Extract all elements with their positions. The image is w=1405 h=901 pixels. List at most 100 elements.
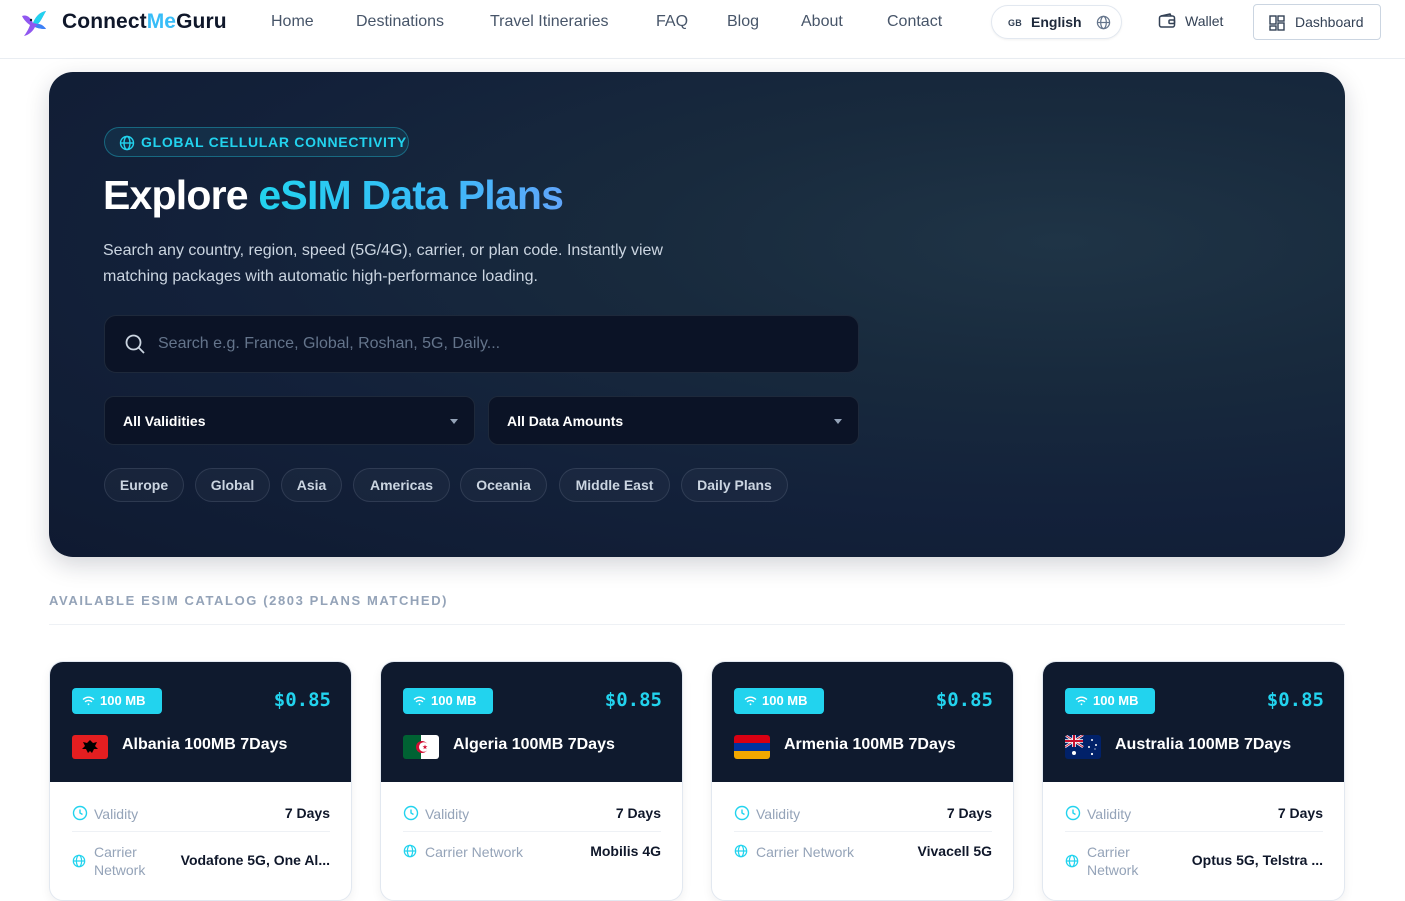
clock-icon xyxy=(734,805,750,821)
validity-row: Validity 7 Days xyxy=(734,804,992,824)
dashboard-button[interactable]: Dashboard xyxy=(1253,4,1381,40)
catalog-heading: AVAILABLE ESIM CATALOG (2803 PLANS MATCH… xyxy=(49,593,448,608)
data-amount: 100 MB xyxy=(431,693,477,708)
chip-oceania[interactable]: Oceania xyxy=(460,468,547,502)
wifi-icon xyxy=(82,696,95,706)
hero-section: GLOBAL CELLULAR CONNECTIVITY Explore eSI… xyxy=(49,72,1345,557)
data-amount-badge: 100 MB xyxy=(734,688,824,714)
validity-select[interactable]: All Validities xyxy=(104,396,475,445)
chip-middle-east[interactable]: Middle East xyxy=(559,468,670,502)
albania-flag-icon xyxy=(72,735,108,759)
row-divider xyxy=(1065,831,1323,832)
hummingbird-logo-icon[interactable] xyxy=(19,8,49,38)
validity-value: 7 Days xyxy=(947,805,992,821)
brand-accent: Me xyxy=(147,10,176,33)
wallet-icon xyxy=(1158,13,1176,29)
wifi-icon xyxy=(1075,696,1088,706)
data-amount-badge: 100 MB xyxy=(1065,688,1155,714)
language-selector[interactable]: GB English xyxy=(991,5,1122,39)
nav-travel-itineraries[interactable]: Travel Itineraries xyxy=(490,13,609,31)
armenia-flag-icon xyxy=(734,735,770,759)
hero-description: Search any country, region, speed (5G/4G… xyxy=(103,238,683,290)
page-title: Explore eSIM Data Plans xyxy=(103,172,563,219)
nav-destinations[interactable]: Destinations xyxy=(356,13,444,31)
data-amount-select-value: All Data Amounts xyxy=(507,413,623,429)
plan-name: Algeria 100MB 7Days xyxy=(453,736,615,754)
title-accent: eSIM Data Plans xyxy=(258,172,563,218)
row-divider xyxy=(734,831,992,832)
search-input[interactable] xyxy=(158,316,838,372)
plan-card[interactable]: 100 MB $0.85 Albania 100MB 7Days Validit… xyxy=(49,661,352,901)
wifi-icon xyxy=(413,696,426,706)
plan-card-header: 100 MB $0.85 Australia 100MB 7Days xyxy=(1043,662,1345,782)
validity-label: Validity xyxy=(756,805,800,823)
plan-price: $0.85 xyxy=(936,689,993,711)
wallet-label: Wallet xyxy=(1185,13,1223,29)
globe-icon xyxy=(734,844,748,858)
globe-icon xyxy=(1096,15,1111,30)
carrier-value: Vodafone 5G, One Al... xyxy=(181,852,330,868)
validity-select-value: All Validities xyxy=(123,413,205,429)
carrier-row: Carrier Network Optus 5G, Telstra ... xyxy=(1065,842,1323,882)
nav-contact[interactable]: Contact xyxy=(887,13,942,31)
validity-value: 7 Days xyxy=(1278,805,1323,821)
globe-icon xyxy=(403,844,417,858)
dashboard-label: Dashboard xyxy=(1295,14,1364,30)
carrier-label: Carrier Network xyxy=(94,843,154,879)
validity-row: Validity 7 Days xyxy=(403,804,661,824)
chip-daily-plans[interactable]: Daily Plans xyxy=(681,468,788,502)
nav-blog[interactable]: Blog xyxy=(727,13,759,31)
plan-name: Armenia 100MB 7Days xyxy=(784,736,956,754)
plan-card-header: 100 MB $0.85 Armenia 100MB 7Days xyxy=(712,662,1014,782)
carrier-label: Carrier Network xyxy=(425,843,523,861)
chip-global[interactable]: Global xyxy=(195,468,270,502)
australia-flag-icon xyxy=(1065,735,1101,759)
data-amount-badge: 100 MB xyxy=(403,688,493,714)
plan-card-header: 100 MB $0.85 Algeria 100MB 7Days xyxy=(381,662,683,782)
carrier-value: Mobilis 4G xyxy=(590,843,661,859)
dashboard-icon xyxy=(1269,15,1285,31)
validity-row: Validity 7 Days xyxy=(1065,804,1323,824)
carrier-row: Carrier Network Vodafone 5G, One Al... xyxy=(72,842,330,882)
validity-label: Validity xyxy=(94,805,138,823)
carrier-row: Carrier Network Vivacell 5G xyxy=(734,842,992,882)
nav-about[interactable]: About xyxy=(801,13,843,31)
plan-card[interactable]: 100 MB $0.85 Algeria 100MB 7Days Validit… xyxy=(380,661,683,901)
title-plain: Explore xyxy=(103,172,248,218)
catalog-divider xyxy=(49,624,1345,625)
data-amount: 100 MB xyxy=(762,693,808,708)
clock-icon xyxy=(72,805,88,821)
brand-suffix: Guru xyxy=(176,10,227,33)
chevron-down-icon xyxy=(834,419,842,424)
data-amount: 100 MB xyxy=(1093,693,1139,708)
plan-name: Australia 100MB 7Days xyxy=(1115,736,1291,754)
data-amount-select[interactable]: All Data Amounts xyxy=(488,396,859,445)
plan-price: $0.85 xyxy=(274,689,331,711)
nav-faq[interactable]: FAQ xyxy=(656,13,688,31)
algeria-flag-icon xyxy=(403,735,439,759)
plan-card-header: 100 MB $0.85 Albania 100MB 7Days xyxy=(50,662,352,782)
carrier-row: Carrier Network Mobilis 4G xyxy=(403,842,661,882)
plan-name: Albania 100MB 7Days xyxy=(122,736,287,754)
carrier-value: Vivacell 5G xyxy=(918,843,992,859)
carrier-label: Carrier Network xyxy=(1087,843,1147,879)
chip-americas[interactable]: Americas xyxy=(353,468,450,502)
brand-name[interactable]: ConnectMeGuru xyxy=(62,10,227,34)
validity-row: Validity 7 Days xyxy=(72,804,330,824)
language-code: GB xyxy=(1008,18,1022,28)
plan-card[interactable]: 100 MB $0.85 Armenia 100MB 7Days Validit… xyxy=(711,661,1014,901)
clock-icon xyxy=(403,805,419,821)
validity-label: Validity xyxy=(425,805,469,823)
chip-asia[interactable]: Asia xyxy=(281,468,342,502)
chip-europe[interactable]: Europe xyxy=(104,468,184,502)
hero-badge-label: GLOBAL CELLULAR CONNECTIVITY xyxy=(141,134,407,150)
clock-icon xyxy=(1065,805,1081,821)
search-bar[interactable] xyxy=(104,315,859,373)
plan-price: $0.85 xyxy=(605,689,662,711)
hero-badge: GLOBAL CELLULAR CONNECTIVITY xyxy=(104,127,409,157)
plan-card[interactable]: 100 MB $0.85 Australia 100MB 7Days Valid… xyxy=(1042,661,1345,901)
brand-prefix: Connect xyxy=(62,10,147,33)
chevron-down-icon xyxy=(450,419,458,424)
nav-home[interactable]: Home xyxy=(271,13,314,31)
row-divider xyxy=(403,831,661,832)
